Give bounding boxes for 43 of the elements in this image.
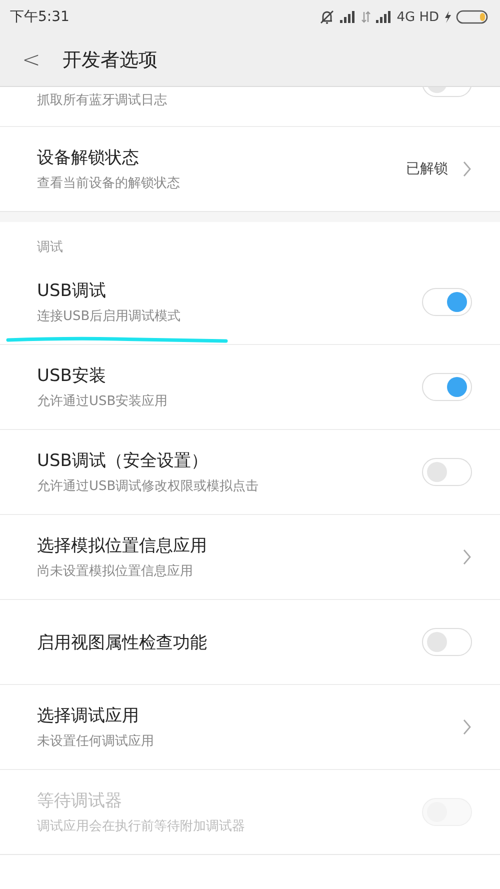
bolt-icon [443, 10, 452, 24]
setting-row[interactable]: 启用视图属性检查功能 [0, 600, 500, 685]
chevron-right-icon [462, 160, 472, 178]
setting-title: 等待调试器 [37, 790, 123, 812]
setting-row[interactable]: 设备解锁状态 查看当前设备的解锁状态 已解锁 [0, 127, 500, 211]
setting-subtitle: 调试应用会在执行前等待附加调试器 [37, 818, 246, 835]
page-title: 开发者选项 [62, 48, 158, 73]
back-button[interactable]: < [22, 48, 40, 72]
status-time: 下午5:31 [10, 8, 70, 26]
setting-row[interactable]: USB调试（安全设置） 允许通过USB调试修改权限或模拟点击 [0, 430, 500, 515]
chevron-right-icon [462, 548, 472, 566]
setting-subtitle: 允许通过USB安装应用 [37, 393, 169, 410]
data-arrows-icon [360, 10, 371, 24]
setting-row[interactable]: USB调试 连接USB后启用调试模式 [0, 260, 500, 345]
signal-icon [338, 10, 357, 24]
setting-title: USB调试（安全设置） [37, 450, 209, 472]
setting-subtitle: 允许通过USB调试修改权限或模拟点击 [37, 478, 260, 495]
setting-row[interactable]: 选择模拟位置信息应用 尚未设置模拟位置信息应用 [0, 515, 500, 600]
chevron-right-icon [462, 718, 472, 736]
setting-row[interactable]: USB安装 允许通过USB安装应用 [0, 345, 500, 430]
section-header: 调试 [36, 239, 64, 257]
setting-title: 设备解锁状态 [37, 147, 140, 169]
setting-title: 选择模拟位置信息应用 [37, 535, 208, 557]
signal-icon [374, 10, 393, 24]
setting-row[interactable]: 抓取所有蓝牙调试日志 [0, 87, 500, 127]
toggle-switch[interactable] [422, 288, 472, 316]
setting-subtitle: 未设置任何调试应用 [37, 733, 155, 750]
setting-value: 已解锁 [406, 160, 448, 178]
setting-title: USB调试 [37, 280, 107, 302]
toggle-switch[interactable] [422, 458, 472, 486]
network-type: 4G HD [396, 10, 439, 24]
setting-title: 选择调试应用 [37, 705, 140, 727]
setting-title: USB安装 [37, 365, 107, 387]
setting-subtitle: 连接USB后启用调试模式 [37, 308, 182, 325]
setting-title: 启用视图属性检查功能 [37, 632, 208, 654]
setting-subtitle: 尚未设置模拟位置信息应用 [37, 563, 194, 580]
setting-subtitle: 抓取所有蓝牙调试日志 [37, 92, 168, 109]
battery-icon [456, 9, 490, 25]
setting-row[interactable]: 选择调试应用 未设置任何调试应用 [0, 685, 500, 770]
setting-subtitle: 查看当前设备的解锁状态 [37, 175, 181, 192]
toggle-switch[interactable] [422, 373, 472, 401]
muted-bell-icon [318, 9, 335, 25]
toggle-switch[interactable] [422, 628, 472, 656]
